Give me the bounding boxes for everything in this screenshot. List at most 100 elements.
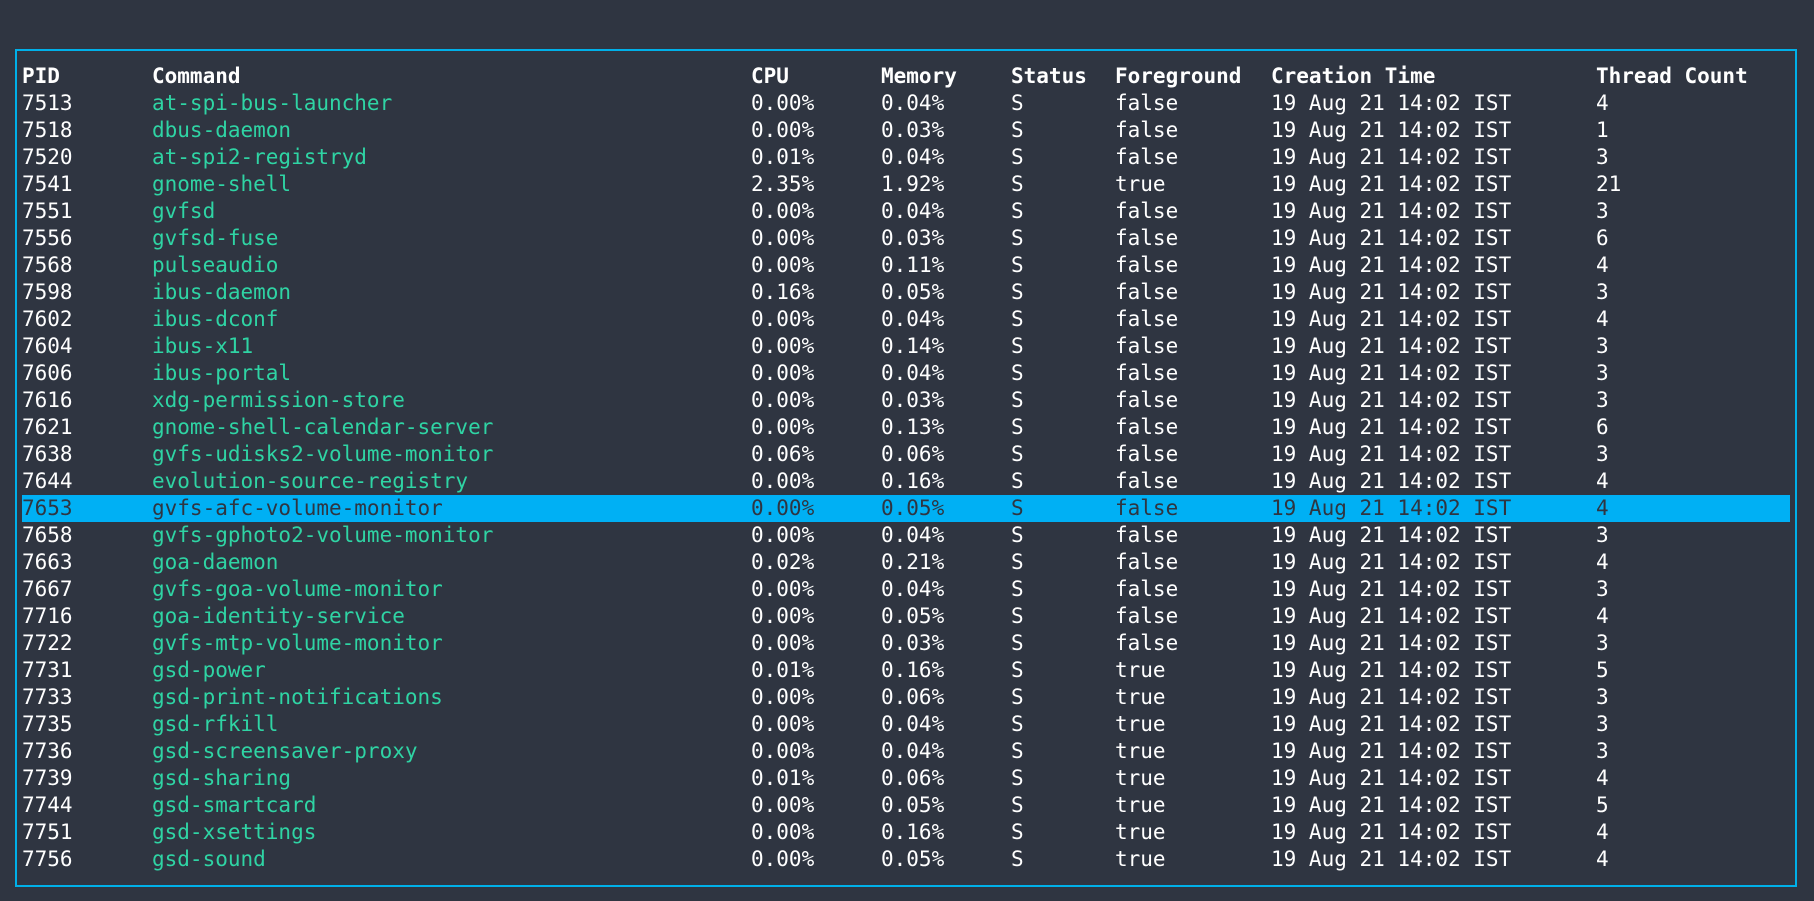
creation-time-cell: 19 Aug 21 14:02 IST [1271, 334, 1512, 358]
cpu-cell: 0.00% [751, 739, 815, 763]
status-cell: S [1011, 604, 1024, 628]
table-row[interactable]: 7602 ibus-dconf 0.00% 0.04% Sfalse 19 Aug 21 … [22, 306, 1792, 333]
command-cell: gsd-power [152, 658, 266, 682]
command-cell: gsd-screensaver-proxy [152, 739, 418, 763]
pid-cell: 7568 [22, 253, 73, 277]
table-row[interactable]: 7556 gvfsd-fuse 0.00% 0.03% Sfalse 19 Aug 21 … [22, 225, 1792, 252]
command-cell: pulseaudio [152, 253, 279, 277]
command-cell: xdg-permission-store [152, 388, 405, 412]
status-cell: S [1011, 631, 1024, 655]
cpu-cell: 0.00% [751, 334, 815, 358]
thread-count-cell: 6 [1596, 226, 1609, 250]
pid-cell: 7551 [22, 199, 73, 223]
creation-time-cell: 19 Aug 21 14:02 IST [1271, 388, 1512, 412]
creation-time-cell: 19 Aug 21 14:02 IST [1271, 361, 1512, 385]
memory-cell: 0.05% [881, 604, 945, 628]
table-row[interactable]: 7663 goa-daemon 0.02% 0.21% Sfalse 19 Aug 21 … [22, 549, 1792, 576]
creation-time-cell: 19 Aug 21 14:02 IST [1271, 253, 1512, 277]
memory-cell: 1.92% [881, 172, 945, 196]
command-cell: gvfs-gphoto2-volume-monitor [152, 523, 494, 547]
pid-cell: 7602 [22, 307, 73, 331]
table-row-selected[interactable]: 7653 gvfs-afc-volume-monitor 0.00% 0.05% Sfa… [22, 495, 1790, 522]
table-row[interactable]: 7756 gsd-sound 0.00% 0.05% Strue 19 Aug 21 14… [22, 846, 1792, 873]
column-header-memory[interactable]: Memory [881, 63, 957, 90]
table-row[interactable]: 7568 pulseaudio 0.00% 0.11% Sfalse 19 Aug 21 … [22, 252, 1792, 279]
memory-cell: 0.04% [881, 199, 945, 223]
foreground-cell: false [1115, 604, 1179, 628]
table-row[interactable]: 7638 gvfs-udisks2-volume-monitor 0.06% 0.06… [22, 441, 1792, 468]
memory-cell: 0.06% [881, 766, 945, 790]
cpu-cell: 0.01% [751, 766, 815, 790]
table-row[interactable]: 7733 gsd-print-notifications 0.00% 0.06% Str… [22, 684, 1792, 711]
cpu-cell: 0.00% [751, 496, 815, 520]
column-header-thread-count[interactable]: Thread Count [1596, 63, 1748, 90]
column-header-status[interactable]: Status [1011, 63, 1087, 90]
table-row[interactable]: 7716 goa-identity-service 0.00% 0.05% Sfalse… [22, 603, 1792, 630]
foreground-cell: false [1115, 199, 1179, 223]
pid-cell: 7756 [22, 847, 73, 871]
column-header-foreground[interactable]: Foreground [1115, 63, 1241, 90]
table-row[interactable]: 7621 gnome-shell-calendar-server 0.00% 0.13… [22, 414, 1792, 441]
cpu-cell: 0.00% [751, 118, 815, 142]
thread-count-cell: 4 [1596, 550, 1609, 574]
table-row[interactable]: 7598 ibus-daemon 0.16% 0.05% Sfalse 19 Aug 21… [22, 279, 1792, 306]
table-row[interactable]: 7644 evolution-source-registry 0.00% 0.16% S… [22, 468, 1792, 495]
column-header-command[interactable]: Command [152, 63, 241, 90]
status-cell: S [1011, 91, 1024, 115]
table-row[interactable]: 7731 gsd-power 0.01% 0.16% Strue 19 Aug 21 14… [22, 657, 1792, 684]
pid-cell: 7663 [22, 550, 73, 574]
cpu-cell: 0.00% [751, 793, 815, 817]
foreground-cell: false [1115, 388, 1179, 412]
foreground-cell: true [1115, 658, 1166, 682]
table-row[interactable]: 7551 gvfsd 0.00% 0.04% Sfalse 19 Aug 21 14:02… [22, 198, 1792, 225]
foreground-cell: false [1115, 253, 1179, 277]
command-cell: gnome-shell [152, 172, 292, 196]
table-row[interactable]: 7658 gvfs-gphoto2-volume-monitor 0.00% 0.04… [22, 522, 1792, 549]
command-cell: ibus-daemon [152, 280, 292, 304]
pid-cell: 7722 [22, 631, 73, 655]
creation-time-cell: 19 Aug 21 14:02 IST [1271, 685, 1512, 709]
column-header-creation-time[interactable]: Creation Time [1271, 63, 1435, 90]
column-header-cpu[interactable]: CPU [751, 63, 789, 90]
table-row[interactable]: 7513 at-spi-bus-launcher 0.00% 0.04% Sfalse 1… [22, 90, 1792, 117]
process-table[interactable]: PID Command CPU Memory Status Foreground… [22, 63, 1792, 873]
table-row[interactable]: 7739 gsd-sharing 0.01% 0.06% Strue 19 Aug 21 … [22, 765, 1792, 792]
table-row[interactable]: 7541 gnome-shell 2.35% 1.92% Strue 19 Aug 21 … [22, 171, 1792, 198]
command-cell: gsd-smartcard [152, 793, 317, 817]
table-row[interactable]: 7518 dbus-daemon 0.00% 0.03% Sfalse 19 Aug 21… [22, 117, 1792, 144]
pid-cell: 7638 [22, 442, 73, 466]
creation-time-cell: 19 Aug 21 14:02 IST [1271, 496, 1512, 520]
creation-time-cell: 19 Aug 21 14:02 IST [1271, 145, 1512, 169]
table-row[interactable]: 7735 gsd-rfkill 0.00% 0.04% Strue 19 Aug 21 1… [22, 711, 1792, 738]
pid-cell: 7736 [22, 739, 73, 763]
thread-count-cell: 3 [1596, 442, 1609, 466]
thread-count-cell: 4 [1596, 766, 1609, 790]
column-header-pid[interactable]: PID [22, 63, 60, 90]
cpu-cell: 2.35% [751, 172, 815, 196]
status-cell: S [1011, 280, 1024, 304]
table-row[interactable]: 7736 gsd-screensaver-proxy 0.00% 0.04% Strue… [22, 738, 1792, 765]
foreground-cell: false [1115, 469, 1179, 493]
command-cell: ibus-dconf [152, 307, 279, 331]
creation-time-cell: 19 Aug 21 14:02 IST [1271, 712, 1512, 736]
memory-cell: 0.04% [881, 361, 945, 385]
table-row[interactable]: 7722 gvfs-mtp-volume-monitor 0.00% 0.03% Sfa… [22, 630, 1792, 657]
status-cell: S [1011, 496, 1024, 520]
table-row[interactable]: 7667 gvfs-goa-volume-monitor 0.00% 0.04% Sfa… [22, 576, 1792, 603]
pid-cell: 7716 [22, 604, 73, 628]
cpu-cell: 0.01% [751, 145, 815, 169]
table-row[interactable]: 7751 gsd-xsettings 0.00% 0.16% Strue 19 Aug 2… [22, 819, 1792, 846]
table-row[interactable]: 7606 ibus-portal 0.00% 0.04% Sfalse 19 Aug 21… [22, 360, 1792, 387]
table-row[interactable]: 7520 at-spi2-registryd 0.01% 0.04% Sfalse 19 … [22, 144, 1792, 171]
pid-cell: 7604 [22, 334, 73, 358]
cpu-cell: 0.00% [751, 253, 815, 277]
table-row[interactable]: 7744 gsd-smartcard 0.00% 0.05% Strue 19 Aug 2… [22, 792, 1792, 819]
pid-cell: 7731 [22, 658, 73, 682]
table-row[interactable]: 7604 ibus-x11 0.00% 0.14% Sfalse 19 Aug 21 14… [22, 333, 1792, 360]
command-cell: gnome-shell-calendar-server [152, 415, 494, 439]
foreground-cell: false [1115, 550, 1179, 574]
command-cell: ibus-x11 [152, 334, 254, 358]
table-row[interactable]: 7616 xdg-permission-store 0.00% 0.03% Sfalse… [22, 387, 1792, 414]
creation-time-cell: 19 Aug 21 14:02 IST [1271, 172, 1512, 196]
command-cell: gsd-sharing [152, 766, 292, 790]
